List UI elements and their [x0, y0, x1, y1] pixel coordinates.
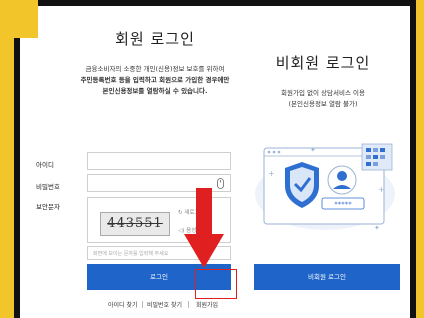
guest-login-button[interactable]: 비회원 로그인: [254, 264, 400, 290]
svg-text:✦: ✦: [374, 224, 380, 232]
password-mask: *****: [334, 201, 352, 209]
captcha-input-placeholder: 화면에 보이는 문자를 입력해 주세요: [93, 251, 169, 257]
captcha-text: 443551: [107, 216, 163, 231]
captcha-image: 443551: [100, 212, 170, 236]
security-illustration: ***** + + ✦ ✦: [255, 143, 395, 232]
login-panel: 회원 로그인 금융소비자의 소중한 개인(신용)정보 보호를 위하여 주민등록번…: [20, 6, 410, 318]
desc-line: 본인신용정보를 열람하실 수 있습니다.: [102, 87, 208, 95]
member-login-title: 회원 로그인: [115, 30, 195, 48]
captcha-label: 보안문자: [36, 203, 60, 211]
link-divider: [142, 301, 143, 308]
link-divider: [188, 301, 189, 308]
id-label: 아이디: [36, 161, 54, 169]
member-login-description: 금융소비자의 소중한 개인(신용)정보 보호를 위하여 주민등록번호 등을 입력…: [60, 64, 250, 97]
find-id-link[interactable]: 아이디 찾기: [108, 300, 138, 309]
signup-highlight-box: [195, 269, 237, 299]
find-password-link[interactable]: 비밀번호 찾기: [147, 300, 182, 309]
desc-line: (본인신용정보 열람 불가): [288, 100, 358, 108]
svg-text:+: +: [378, 185, 385, 194]
screen-frame: 회원 로그인 금융소비자의 소중한 개인(신용)정보 보호를 위하여 주민등록번…: [0, 0, 416, 318]
desc-line: 금융소비자의 소중한 개인(신용)정보 보호를 위하여: [85, 65, 225, 73]
id-input[interactable]: [87, 152, 231, 170]
desc-line: 주민등록번호 등을 입력하고 회원으로 가입한 경우에만: [80, 76, 230, 84]
svg-text:✦: ✦: [310, 146, 316, 154]
password-label: 비밀번호: [36, 183, 60, 191]
signup-link[interactable]: 회원가입: [196, 300, 218, 309]
desc-line: 회원가입 없이 상담서비스 이용: [281, 89, 365, 97]
corner-accent: [0, 0, 38, 38]
red-arrow-icon: [184, 188, 224, 268]
svg-text:+: +: [268, 169, 275, 178]
guest-login-description: 회원가입 없이 상담서비스 이용 (본인신용정보 열람 불가): [248, 88, 398, 110]
guest-login-title: 비회원 로그인: [275, 54, 371, 72]
